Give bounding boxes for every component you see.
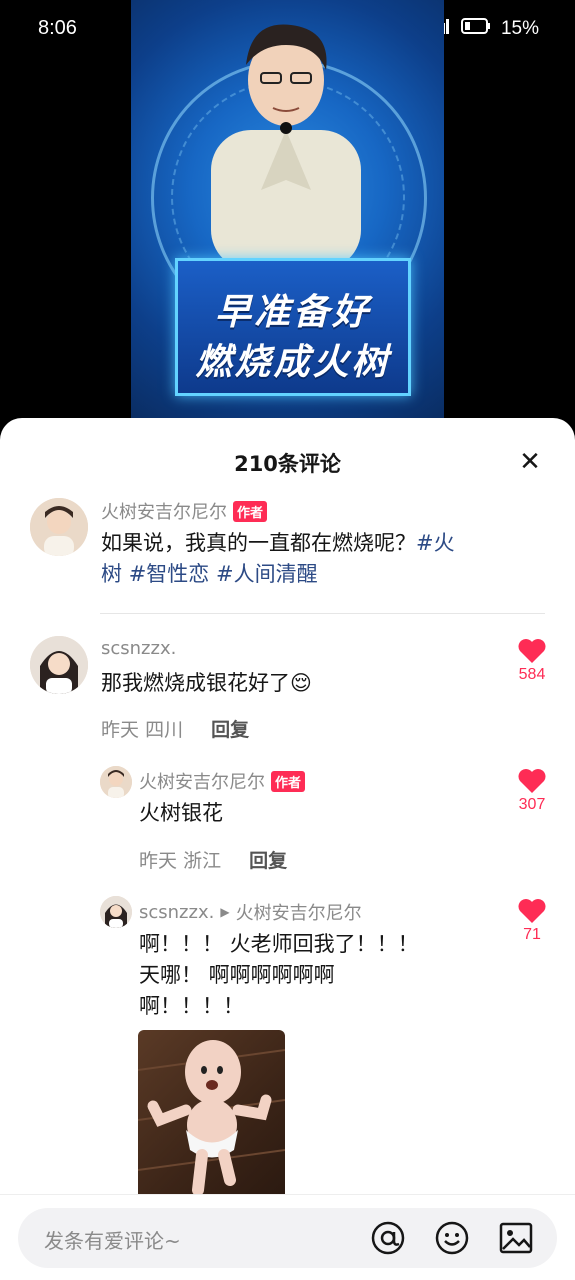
battery-percent: 15% [500,17,539,39]
username[interactable]: scsnzzx. [101,638,176,659]
reply-date-location: 昨天 浙江 [139,846,221,873]
like-button[interactable]: 307 [512,768,552,814]
reply-text: 啊！！！ 火老师回我了！！！ 天哪！ 啊啊啊啊啊啊 啊！！！！ [139,929,479,1022]
comments-count-title: 210条评论 [234,452,341,476]
hashtag-link[interactable]: #火 [416,531,455,555]
close-icon[interactable]: ✕ [516,448,544,476]
author-badge: 作者 [271,770,306,792]
post-text: 如果说，我真的一直都在燃烧呢？ [101,531,416,555]
avatar[interactable] [100,896,132,928]
like-button[interactable]: 71 [512,898,552,944]
reply-meta: 昨天 浙江 回复 [139,846,287,873]
avatar[interactable] [30,498,88,556]
author-post-text: 如果说，我真的一直都在燃烧呢？#火 树 #智性恋 #人间清醒 [101,528,531,590]
divider [100,613,545,614]
avatar[interactable] [30,636,88,694]
emoji-icon[interactable] [434,1220,470,1256]
caption-line-1: 早准备好 [214,292,371,333]
username[interactable]: scsnzzx. [139,902,214,923]
status-time: 8:06 [38,17,77,39]
battery-icon [460,17,491,40]
reply-arrow-icon: ▶ [220,905,230,919]
like-count: 584 [518,666,546,683]
avatar[interactable] [100,766,132,798]
comment-header: scsnzzx. [101,638,176,659]
like-count: 71 [523,926,541,943]
comment-input-bar: 发条有爱评论~ [0,1194,575,1280]
reply-location: 浙江 [183,850,222,872]
reply-header: 火树安吉尔尼尔 作者 [139,768,306,794]
hashtag-link[interactable]: #人间清醒 [216,562,318,586]
person-image [211,24,361,270]
like-count: 307 [518,796,546,813]
reply-text: 火树银花 [139,801,223,825]
comment-date: 昨天 [101,719,140,741]
video-caption: 早准备好 燃烧成火树 [175,258,411,396]
reply-date: 昨天 [139,850,178,872]
video-preview[interactable]: 早准备好 燃烧成火树 [131,0,444,418]
username[interactable]: 火树安吉尔尼尔 [101,498,227,524]
comment-input-placeholder: 发条有爱评论~ [44,1229,181,1253]
comments-sheet: 210条评论 ✕ 火树安吉尔尼尔 作者 如果说，我真的一直都在燃烧呢？#火 树 … [0,418,575,1280]
username[interactable]: 火树安吉尔尼尔 [139,768,265,794]
reply-button[interactable]: 回复 [211,715,249,742]
comment-location: 四川 [145,719,184,741]
heart-icon [518,769,546,793]
comment-input[interactable]: 发条有爱评论~ [18,1208,557,1268]
sticker-image[interactable] [138,1030,285,1205]
reply-text-line: 啊！！！ 火老师回我了！！！ [139,932,419,956]
heart-icon [518,899,546,923]
reply-text-line: 天哪！ 啊啊啊啊啊啊 [139,963,335,987]
comment-text: 那我燃烧成银花好了😌 [101,671,312,695]
reply-header: scsnzzx. ▶ 火树安吉尔尼尔 [139,899,362,925]
hashtag-link[interactable]: #智性恋 [129,562,210,586]
author-badge: 作者 [233,500,268,522]
comment-meta: 昨天 四川 回复 [101,715,249,742]
hashtag-link-continued[interactable]: 树 [101,562,122,586]
mention-icon[interactable] [370,1220,406,1256]
baby-sticker-icon [138,1040,285,1196]
like-button[interactable]: 584 [512,638,552,684]
reply-text-line: 啊！！！！ [139,994,244,1018]
reply-button[interactable]: 回复 [249,846,287,873]
caption-line-2: 燃烧成火树 [195,342,391,383]
author-post-header: 火树安吉尔尼尔 作者 [101,498,268,524]
heart-icon [518,639,546,663]
reply-to-username[interactable]: 火树安吉尔尼尔 [236,899,362,925]
image-icon[interactable] [498,1220,534,1256]
comment-date-location: 昨天 四川 [101,715,183,742]
